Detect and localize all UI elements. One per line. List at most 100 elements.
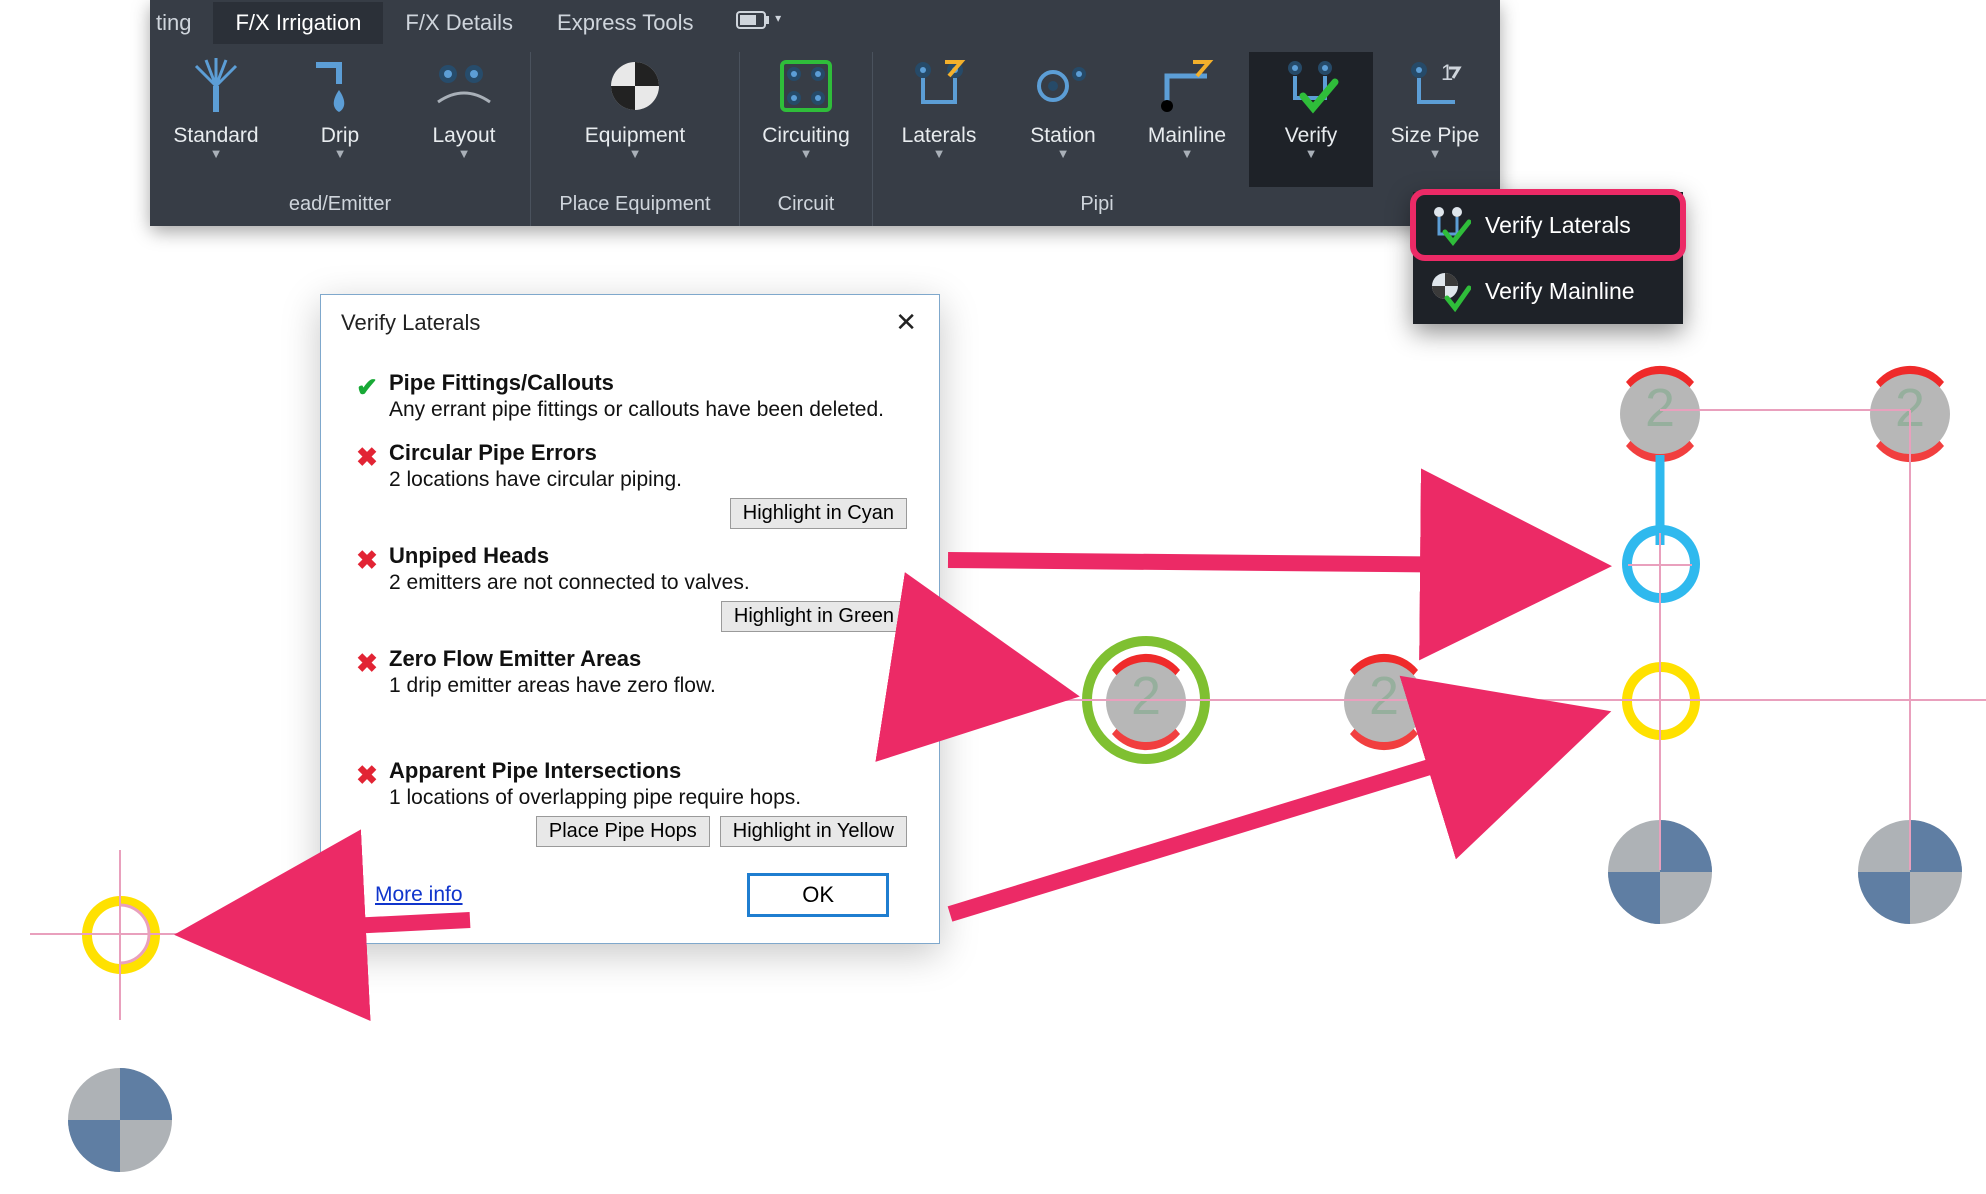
valve-symbol	[1604, 816, 1716, 928]
section-heading-zeroflow: Zero Flow Emitter Areas	[389, 646, 915, 672]
ribbon-btn-label: Mainline	[1148, 124, 1226, 148]
ribbon-tab-fx-irrigation[interactable]: F/X Irrigation	[213, 2, 383, 44]
head-label: 2	[1604, 352, 1716, 464]
equipment-icon	[605, 56, 665, 116]
ribbon-panel-equipment: Equipment ▼ Place Equipment	[531, 52, 740, 226]
svg-text:1: 1	[1441, 60, 1453, 85]
ribbon-btn-label: Standard	[173, 124, 258, 148]
ribbon-btn-station[interactable]: Station ▼	[1001, 52, 1125, 187]
ribbon-btn-label: Station	[1030, 124, 1095, 148]
section-heading-intersections: Apparent Pipe Intersections	[389, 758, 915, 784]
section-heading-fittings: Pipe Fittings/Callouts	[389, 370, 915, 396]
head-node: 2	[1604, 352, 1716, 464]
battery-icon: ▾	[730, 7, 788, 39]
ribbon-btn-drip[interactable]: Drip ▼	[278, 52, 402, 187]
flyout-verify-mainline[interactable]: Verify Mainline	[1413, 258, 1683, 324]
yellow-highlight-ring	[1622, 662, 1700, 740]
verify-mainline-icon	[1429, 270, 1471, 312]
ribbon-btn-label: Drip	[321, 124, 360, 148]
ribbon-btn-mainline[interactable]: Mainline ▼	[1125, 52, 1249, 187]
panel-label-head-emitter: ead/Emitter	[289, 187, 391, 226]
green-highlight-ring	[1082, 636, 1210, 764]
ribbon-tab-express-tools[interactable]: Express Tools	[535, 2, 716, 44]
chevron-down-icon: ▼	[210, 146, 223, 160]
chevron-down-icon: ▼	[334, 146, 347, 160]
chevron-down-icon: ▼	[933, 146, 946, 160]
flyout-label: Verify Mainline	[1485, 278, 1635, 305]
section-text-unpiped: 2 emitters are not connected to valves.	[389, 571, 915, 595]
error-icon: ✖	[345, 543, 389, 632]
ribbon-btn-circuiting[interactable]: Circuiting ▼	[744, 52, 868, 187]
head-node: 2	[1328, 640, 1440, 752]
layout-icon	[434, 56, 494, 116]
dialog-close-button[interactable]: ✕	[889, 307, 923, 338]
dialog-titlebar: Verify Laterals ✕	[321, 295, 939, 350]
head-node: 2	[1854, 352, 1966, 464]
section-text-fittings: Any errant pipe fittings or callouts hav…	[389, 398, 915, 422]
sprinkler-icon	[186, 56, 246, 116]
ribbon-btn-layout[interactable]: Layout ▼	[402, 52, 526, 187]
section-text-zeroflow: 1 drip emitter areas have zero flow.	[389, 674, 915, 698]
ribbon: ting F/X Irrigation F/X Details Express …	[150, 0, 1500, 226]
chevron-down-icon: ▼	[1057, 146, 1070, 160]
error-icon: ✖	[345, 758, 389, 847]
more-info-link[interactable]: More info	[375, 883, 463, 907]
ribbon-btn-verify[interactable]: Verify ▼	[1249, 52, 1373, 187]
highlight-cyan-button[interactable]: Highlight in Cyan	[730, 498, 907, 529]
head-label: 2	[1854, 352, 1966, 464]
size-pipe-icon: 1	[1405, 56, 1465, 116]
verify-flyout: Verify Laterals Verify Mainline	[1413, 192, 1683, 324]
chevron-down-icon: ▼	[1305, 146, 1318, 160]
head-label: 2	[1328, 640, 1440, 752]
yellow-highlight-ring	[82, 896, 160, 974]
verify-icon	[1281, 56, 1341, 116]
ribbon-tab-fx-details[interactable]: F/X Details	[383, 2, 535, 44]
chevron-down-icon: ▼	[458, 146, 471, 160]
ribbon-btn-laterals[interactable]: Laterals ▼	[877, 52, 1001, 187]
ribbon-body: Standard ▼ Drip ▼	[150, 46, 1500, 226]
check-icon: ✔	[345, 370, 389, 422]
ribbon-panel-piping: Laterals ▼ Station ▼	[873, 52, 1501, 226]
section-heading-unpiped: Unpiped Heads	[389, 543, 915, 569]
mainline-icon	[1157, 56, 1217, 116]
chevron-down-icon: ▼	[629, 146, 642, 160]
section-text-circular: 2 locations have circular piping.	[389, 468, 915, 492]
section-text-intersections: 1 locations of overlapping pipe require …	[389, 786, 915, 810]
ribbon-btn-label: Size Pipe	[1391, 124, 1480, 148]
cyan-highlight-ring	[1622, 525, 1700, 603]
place-pipe-hops-button[interactable]: Place Pipe Hops	[536, 816, 710, 847]
valve-symbol	[1854, 816, 1966, 928]
circuiting-icon	[776, 56, 836, 116]
chevron-down-icon: ▼	[1181, 146, 1194, 160]
error-icon: ✖	[345, 646, 389, 698]
ribbon-btn-label: Layout	[432, 124, 495, 148]
flyout-verify-laterals[interactable]: Verify Laterals	[1413, 192, 1683, 258]
error-icon: ✖	[345, 440, 389, 529]
panel-label-piping: Pipi	[1080, 187, 1293, 226]
ribbon-tab-partial[interactable]: ting	[150, 2, 213, 44]
chevron-down-icon: ▼	[1429, 146, 1442, 160]
verify-laterals-icon	[1429, 204, 1471, 246]
ribbon-btn-label: Verify	[1285, 124, 1338, 148]
ribbon-tabs: ting F/X Irrigation F/X Details Express …	[150, 0, 1500, 46]
highlight-yellow-button[interactable]: Highlight in Yellow	[720, 816, 907, 847]
ribbon-panel-circuit: Circuiting ▼ Circuit	[740, 52, 873, 226]
laterals-icon	[909, 56, 969, 116]
valve-symbol	[64, 1064, 176, 1176]
highlight-green-button[interactable]: Highlight in Green	[721, 601, 907, 632]
section-heading-circular: Circular Pipe Errors	[389, 440, 915, 466]
ribbon-btn-label: Equipment	[585, 124, 685, 148]
ribbon-btn-label: Laterals	[902, 124, 977, 148]
panel-label-equipment: Place Equipment	[559, 187, 710, 226]
station-icon	[1033, 56, 1093, 116]
ribbon-btn-equipment[interactable]: Equipment ▼	[535, 52, 735, 187]
panel-label-circuit: Circuit	[778, 187, 835, 226]
ribbon-btn-label: Circuiting	[762, 124, 850, 148]
verify-laterals-dialog: Verify Laterals ✕ ✔ Pipe Fittings/Callou…	[320, 294, 940, 944]
chevron-down-icon: ▼	[800, 146, 813, 160]
flyout-label: Verify Laterals	[1485, 212, 1631, 239]
ok-button[interactable]: OK	[747, 873, 889, 917]
ribbon-btn-standard[interactable]: Standard ▼	[154, 52, 278, 187]
drip-icon	[310, 56, 370, 116]
ribbon-btn-size-pipe[interactable]: 1 Size Pipe ▼	[1373, 52, 1497, 187]
